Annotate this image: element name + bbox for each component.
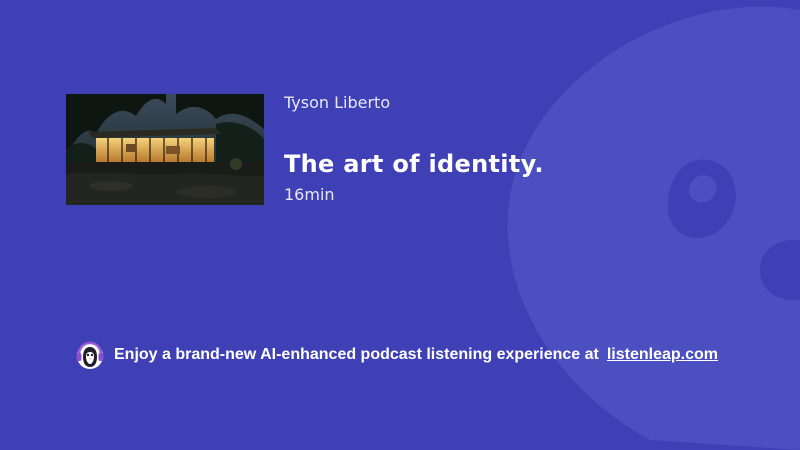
promo-text: Enjoy a brand-new AI-enhanced podcast li… xyxy=(114,346,599,363)
episode-cover-image[interactable] xyxy=(66,94,264,205)
penguin-watermark-icon xyxy=(507,6,800,450)
episode-author[interactable]: Tyson Liberto xyxy=(284,93,390,112)
promo-footer: Enjoy a brand-new AI-enhanced podcast li… xyxy=(74,341,718,369)
penguin-headphones-icon xyxy=(76,341,104,369)
episode-title[interactable]: The art of identity. xyxy=(284,150,544,178)
listenleap-link[interactable]: listenleap.com xyxy=(607,346,718,364)
episode-duration: 16min xyxy=(284,185,335,204)
